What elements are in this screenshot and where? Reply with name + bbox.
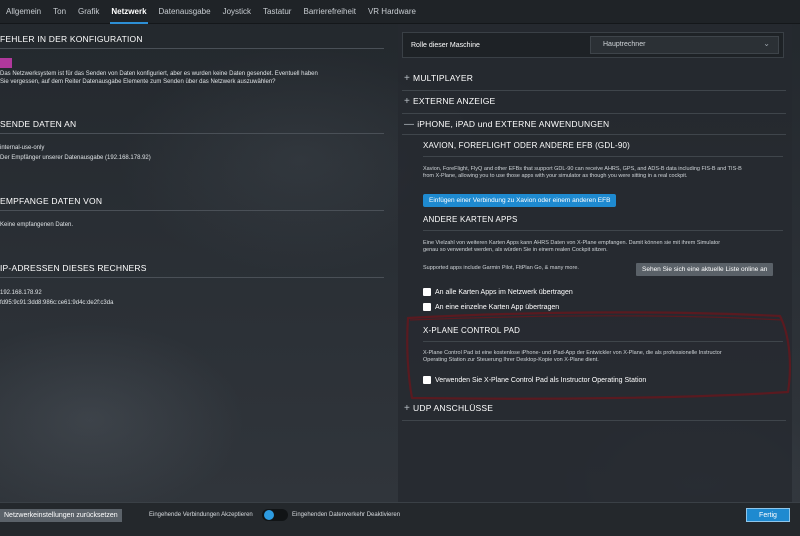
chevron-down-icon: ⌄ [763, 39, 770, 48]
section-divider [402, 420, 786, 421]
supported-apps-text: Supported apps include Garmin Pilot, Flt… [423, 265, 579, 271]
tab-keyboard[interactable]: Tastatur [257, 0, 297, 24]
accordion-multiplayer-label: MULTIPLAYER [413, 73, 474, 83]
section-divider [423, 230, 783, 231]
machine-role-label: Rolle dieser Maschine [411, 42, 480, 49]
network-options-panel: Rolle dieser Maschine Hauptrechner ⌄ + MU… [398, 24, 792, 502]
control-pad-text-1: X-Plane Control Pad ist eine kostenlose … [423, 350, 722, 356]
xavion-text-2: from X-Plane, allowing you to use those … [423, 173, 688, 179]
incoming-connections-toggle[interactable] [262, 509, 288, 521]
plus-icon: + [404, 73, 411, 84]
accordion-udp-ports[interactable]: + UDP ANSCHLÜSSE [404, 403, 493, 414]
accept-connections-label: Eingehende Verbindungen Akzeptieren [149, 512, 253, 518]
accordion-external-display[interactable]: + EXTERNE ANZEIGE [404, 96, 495, 107]
warning-color-swatch [0, 58, 12, 68]
section-divider [423, 156, 783, 157]
section-divider [402, 113, 786, 114]
accordion-iphone-ipad[interactable]: — iPHONE, iPAD und EXTERNE ANWENDUNGEN [404, 119, 609, 130]
accordion-udp-ports-label: UDP ANSCHLÜSSE [413, 403, 494, 413]
xavion-title: XAVION, FOREFLIGHT ODER ANDERE EFB (GDL-… [423, 141, 631, 150]
other-map-apps-title: ANDERE KARTEN APPS [423, 215, 518, 224]
accordion-multiplayer[interactable]: + MULTIPLAYER [404, 73, 473, 84]
tab-general[interactable]: Allgemein [0, 0, 47, 24]
broadcast-single-map-app-label: An eine einzelne Karten App übertragen [435, 303, 560, 311]
broadcast-single-map-app-checkbox[interactable]: An eine einzelne Karten App übertragen [423, 302, 559, 312]
section-divider [0, 48, 384, 49]
config-error-text-2: Sie vergessen, auf dem Reiter Datenausga… [0, 79, 276, 85]
send-target-name: internal-use-only [0, 145, 45, 151]
plus-icon: + [404, 403, 411, 414]
deactivate-traffic-label: Eingehenden Datenverkehr Deaktivieren [292, 512, 401, 518]
minus-icon: — [404, 119, 415, 130]
add-efb-connection-button[interactable]: Einfügen einer Verbindung zu Xavion oder… [423, 194, 617, 207]
machine-role-select[interactable]: Hauptrechner ⌄ [590, 36, 779, 54]
tab-vr-hardware[interactable]: VR Hardware [362, 0, 422, 24]
tab-sound[interactable]: Ton [47, 0, 72, 24]
view-app-list-online-button[interactable]: Sehen Sie sich eine aktuelle Liste onlin… [636, 263, 774, 276]
checkbox-box [423, 376, 431, 384]
accordion-iphone-ipad-label: iPHONE, iPAD und EXTERNE ANWENDUNGEN [417, 119, 610, 129]
section-divider [0, 277, 384, 278]
use-control-pad-checkbox[interactable]: Verwenden Sie X-Plane Control Pad als In… [423, 375, 646, 385]
bottom-bar: Netzwerkeinstellungen zurücksetzen Einge… [0, 502, 800, 536]
toggle-knob [264, 510, 274, 520]
receive-data-status: Keine empfangenen Daten. [0, 222, 74, 228]
receive-data-title: EMPFANGE DATEN VON [0, 196, 103, 206]
control-pad-title: X-PLANE CONTROL PAD [423, 326, 521, 335]
xavion-text-1: Xavion, ForeFlight, FlyQ and other EFBs … [423, 166, 742, 172]
machine-role-value: Hauptrechner [603, 41, 646, 48]
network-status-column: FEHLER IN DER KONFIGURATION Das Netzwerk… [0, 24, 392, 502]
plus-icon: + [404, 96, 411, 107]
section-divider [402, 134, 786, 135]
config-error-text-1: Das Netzwerksystem ist für das Senden vo… [0, 71, 318, 77]
section-divider [0, 210, 384, 211]
map-apps-text-2: genau so verwendet werden, als würden Si… [423, 247, 608, 253]
ipv4-address: 192.168.178.92 [0, 290, 42, 296]
use-control-pad-label: Verwenden Sie X-Plane Control Pad als In… [435, 376, 647, 384]
broadcast-all-map-apps-checkbox[interactable]: An alle Karten Apps im Netzwerk übertrag… [423, 287, 573, 297]
tab-data-output[interactable]: Datenausgabe [153, 0, 217, 24]
config-error-title: FEHLER IN DER KONFIGURATION [0, 34, 143, 44]
tab-network[interactable]: Netzwerk [105, 0, 152, 24]
ipv6-address: fd95:9c91:3dd8:986c:ce61:9d4c:de2f:c3da [0, 300, 114, 306]
machine-role-row: Rolle dieser Maschine Hauptrechner ⌄ [402, 32, 784, 58]
broadcast-all-map-apps-label: An alle Karten Apps im Netzwerk übertrag… [435, 288, 573, 296]
section-divider [0, 133, 384, 134]
section-divider [423, 341, 783, 342]
checkbox-box [423, 288, 431, 296]
send-target-address: Der Empfänger unserer Datenausgabe (192.… [0, 155, 151, 161]
checkbox-box [423, 303, 431, 311]
map-apps-text-1: Eine Vielzahl von weiteren Karten Apps k… [423, 240, 721, 246]
send-data-title: SENDE DATEN AN [0, 119, 77, 129]
tab-joystick[interactable]: Joystick [217, 0, 257, 24]
settings-tab-bar: Allgemein Ton Grafik Netzwerk Datenausga… [0, 0, 800, 24]
accordion-external-display-label: EXTERNE ANZEIGE [413, 96, 496, 106]
ip-addresses-title: IP-ADRESSEN DIESES RECHNERS [0, 263, 147, 273]
section-divider [402, 90, 786, 91]
control-pad-text-2: Operating Station zur Steuerung Ihrer De… [423, 357, 599, 363]
tab-graphics[interactable]: Grafik [72, 0, 105, 24]
done-button[interactable]: Fertig [746, 508, 790, 522]
reset-network-settings-button[interactable]: Netzwerkeinstellungen zurücksetzen [0, 509, 122, 522]
tab-accessibility[interactable]: Barrierefreiheit [297, 0, 361, 24]
